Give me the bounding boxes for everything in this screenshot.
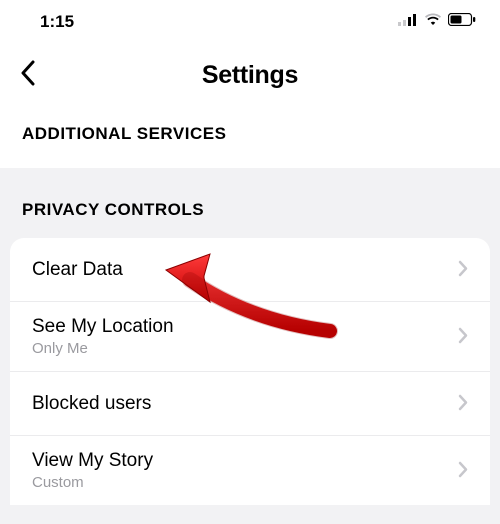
privacy-card: Clear Data See My Location Only Me Block… xyxy=(10,238,490,505)
row-view-my-story[interactable]: View My Story Custom xyxy=(10,436,490,505)
row-clear-data[interactable]: Clear Data xyxy=(10,238,490,302)
row-see-my-location[interactable]: See My Location Only Me xyxy=(10,302,490,372)
section-header-privacy-controls: PRIVACY CONTROLS xyxy=(0,168,500,238)
row-sub: Custom xyxy=(32,474,153,491)
chevron-right-icon xyxy=(458,324,468,350)
section-header-additional-services: ADDITIONAL SERVICES xyxy=(0,106,500,168)
battery-icon xyxy=(448,13,476,31)
row-label: See My Location xyxy=(32,316,174,338)
row-label: Blocked users xyxy=(32,393,151,415)
wifi-icon xyxy=(424,13,442,31)
row-label: Clear Data xyxy=(32,259,123,281)
page-title: Settings xyxy=(0,61,500,90)
chevron-right-icon xyxy=(458,458,468,484)
row-blocked-users[interactable]: Blocked users xyxy=(10,372,490,436)
chevron-right-icon xyxy=(458,391,468,417)
row-sub: Only Me xyxy=(32,340,174,357)
back-button[interactable] xyxy=(20,59,36,91)
nav-header: Settings xyxy=(0,44,500,106)
status-bar: 1:15 xyxy=(0,0,500,44)
signal-icon xyxy=(398,13,418,31)
chevron-right-icon xyxy=(458,257,468,283)
status-icons xyxy=(398,13,476,31)
row-label: View My Story xyxy=(32,450,153,472)
status-time: 1:15 xyxy=(40,12,74,32)
